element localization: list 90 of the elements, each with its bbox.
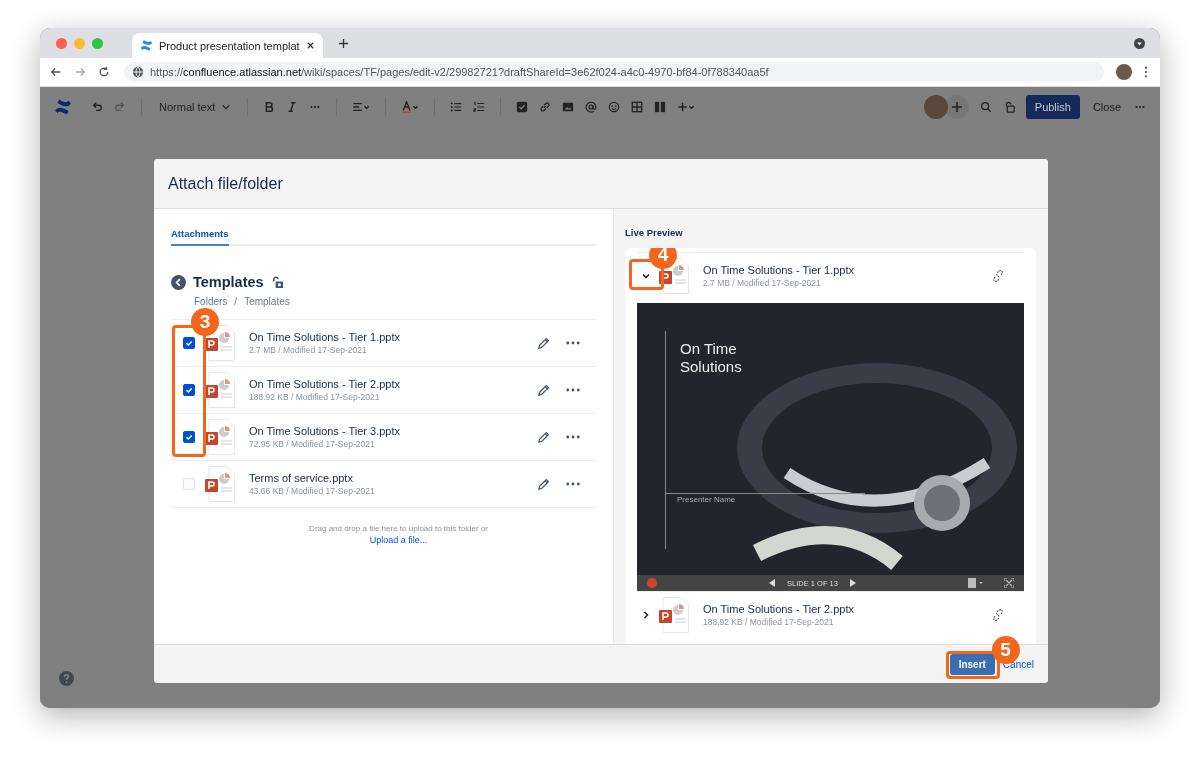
close-button[interactable]: Close bbox=[1090, 97, 1123, 117]
attachments-tab[interactable]: Attachments bbox=[171, 226, 229, 246]
upload-link[interactable]: Upload a file... bbox=[369, 535, 428, 545]
mention-icon[interactable] bbox=[585, 101, 598, 113]
emoji-icon[interactable] bbox=[608, 101, 621, 113]
broken-link-icon[interactable] bbox=[992, 270, 1004, 282]
powerpoint-file-icon bbox=[205, 419, 235, 455]
globe-icon bbox=[132, 66, 144, 78]
confluence-logo-icon bbox=[140, 39, 153, 52]
file-name[interactable]: Terms of service.pptx bbox=[249, 472, 537, 484]
help-icon[interactable] bbox=[59, 671, 74, 686]
dialog-title: Attach file/folder bbox=[168, 174, 283, 193]
text-color-icon[interactable] bbox=[401, 101, 420, 113]
checkbox-icon[interactable] bbox=[516, 101, 529, 113]
more-options-icon[interactable] bbox=[566, 482, 580, 486]
drop-hint: Drag and drop a file here to upload to this folder or bbox=[309, 524, 488, 533]
publish-button[interactable]: Publish bbox=[1025, 95, 1080, 119]
text-style-dropdown[interactable]: Normal text bbox=[157, 101, 233, 113]
file-meta: 188.92 KB / Modified 17-Sep-2021 bbox=[249, 392, 381, 402]
next-slide-icon[interactable] bbox=[849, 579, 856, 587]
file-meta: 188.92 KB / Modified 17-Sep-2021 bbox=[703, 617, 835, 627]
image-icon[interactable] bbox=[562, 101, 575, 113]
profile-avatar[interactable] bbox=[1116, 64, 1132, 80]
folder-title: Templates bbox=[193, 274, 264, 290]
file-meta: 2.7 MB / Modified 17-Sep-2021 bbox=[703, 278, 822, 288]
more-options-icon[interactable] bbox=[566, 388, 580, 392]
fullscreen-icon[interactable] bbox=[1004, 578, 1014, 588]
address-field[interactable]: https://confluence.atlassian.net/wiki/spaces/TF/pages/edit-v2/29982721?draftShareId=3e62f024-a4c0-4970-bf84-0f788340aa5f bbox=[124, 62, 1104, 82]
file-checkbox[interactable] bbox=[183, 384, 195, 396]
browser-menu-icon[interactable] bbox=[1144, 66, 1148, 78]
powerpoint-file-icon bbox=[205, 372, 235, 408]
add-collaborator-icon[interactable] bbox=[944, 95, 969, 119]
breadcrumb-link[interactable]: Folders bbox=[194, 296, 228, 307]
checkmark-icon bbox=[184, 432, 194, 442]
insert-button[interactable]: Insert bbox=[949, 653, 995, 675]
previous-slide-icon[interactable] bbox=[769, 579, 776, 587]
reload-icon[interactable] bbox=[98, 66, 110, 78]
breadcrumb-separator: / bbox=[234, 296, 238, 307]
file-name[interactable]: On Time Solutions - Tier 2.pptx bbox=[249, 378, 537, 390]
file-name[interactable]: On Time Solutions - Tier 1.pptx bbox=[249, 331, 537, 343]
tab-title: Product presentation templat bbox=[159, 39, 300, 52]
close-tab-icon[interactable] bbox=[305, 41, 315, 50]
pencil-icon[interactable] bbox=[537, 430, 550, 444]
file-checkbox[interactable] bbox=[183, 337, 195, 349]
caret-icon bbox=[222, 104, 231, 110]
new-tab-icon[interactable] bbox=[337, 37, 349, 49]
collaborator-avatar bbox=[923, 95, 948, 119]
pencil-icon[interactable] bbox=[537, 477, 550, 491]
bold-icon[interactable] bbox=[263, 101, 276, 113]
file-meta: 2.7 MB / Modified 17-Sep-2021 bbox=[249, 345, 368, 355]
pencil-icon[interactable] bbox=[537, 336, 550, 350]
align-icon[interactable] bbox=[352, 101, 371, 113]
more-options-icon[interactable] bbox=[566, 435, 580, 439]
undo-icon[interactable] bbox=[91, 101, 103, 113]
file-checkbox[interactable] bbox=[183, 431, 195, 443]
search-icon[interactable] bbox=[979, 101, 992, 113]
preview-heading: Live Preview bbox=[625, 227, 684, 238]
notes-menu-icon[interactable] bbox=[968, 578, 984, 588]
unlocked-padlock-icon[interactable] bbox=[270, 275, 284, 289]
file-name[interactable]: On Time Solutions - Tier 3.pptx bbox=[249, 425, 537, 437]
back-arrow-icon[interactable] bbox=[50, 66, 62, 78]
step-badge: 3 bbox=[191, 308, 219, 336]
powerpoint-logo-icon bbox=[647, 578, 657, 588]
checkmark-icon bbox=[184, 338, 194, 348]
checkmark-icon bbox=[184, 385, 194, 395]
more-options-icon[interactable] bbox=[566, 341, 580, 345]
link-icon[interactable] bbox=[539, 101, 552, 113]
browser-tab[interactable]: Product presentation templat bbox=[132, 33, 323, 58]
numbered-list-icon[interactable] bbox=[473, 101, 486, 113]
back-icon[interactable] bbox=[171, 274, 186, 290]
breadcrumb-link[interactable]: Templates bbox=[244, 296, 290, 307]
slide-title: On Time Solutions bbox=[680, 340, 743, 376]
file-name: On Time Solutions - Tier 1.pptx bbox=[703, 264, 855, 276]
confluence-logo-icon[interactable] bbox=[54, 98, 72, 116]
file-name: On Time Solutions - Tier 2.pptx bbox=[703, 603, 855, 615]
pencil-icon[interactable] bbox=[537, 383, 550, 397]
step-badge: 4 bbox=[649, 248, 677, 269]
chevron-down-icon[interactable] bbox=[641, 271, 651, 281]
tab-menu-icon[interactable] bbox=[1134, 37, 1145, 49]
powerpoint-file-icon bbox=[205, 466, 235, 502]
broken-link-icon[interactable] bbox=[992, 609, 1004, 621]
file-meta: 43.66 KB / Modified 17-Sep-2021 bbox=[249, 486, 376, 496]
file-meta: 72.95 KB / Modified 17-Sep-2021 bbox=[249, 439, 376, 449]
slide-subtitle: Presenter Name bbox=[677, 495, 736, 504]
table-icon[interactable] bbox=[631, 101, 644, 113]
bullet-list-icon[interactable] bbox=[450, 101, 463, 113]
insert-plus-icon[interactable] bbox=[677, 101, 696, 113]
powerpoint-file-icon bbox=[659, 597, 689, 633]
columns-icon[interactable] bbox=[654, 101, 667, 113]
chevron-right-icon[interactable] bbox=[641, 610, 651, 620]
